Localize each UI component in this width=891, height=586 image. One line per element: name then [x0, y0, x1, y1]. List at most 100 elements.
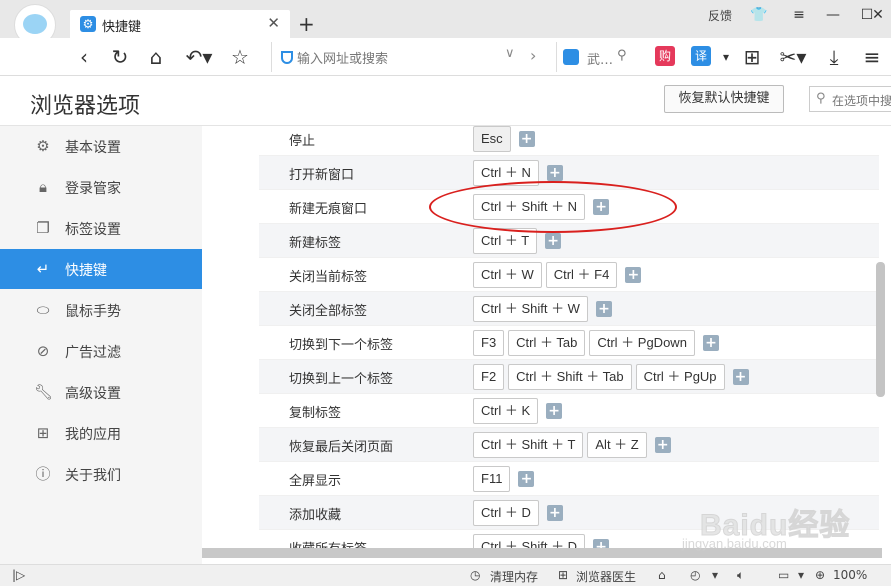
- shortcut-name: 切换到下一个标签: [289, 338, 394, 353]
- add-shortcut-icon[interactable]: +: [546, 165, 563, 181]
- add-shortcut-icon[interactable]: +: [593, 539, 610, 548]
- shortcut-name: 新建标签: [289, 236, 342, 251]
- clean-memory-icon: ◷: [470, 568, 481, 582]
- tab-close-icon[interactable]: ✕: [267, 14, 280, 32]
- sidebar-item-login-manager[interactable]: 🔒︎ 登录管家: [0, 167, 202, 207]
- search-box[interactable]: 武… ⚲: [556, 42, 636, 72]
- shortcut-key[interactable]: F11: [473, 466, 511, 492]
- add-shortcut-icon[interactable]: +: [545, 233, 562, 249]
- dropdown-icon[interactable]: ▾: [798, 568, 804, 582]
- shortcut-name: 复制标签: [289, 406, 342, 421]
- shortcut-row: 切换到上一个标签 F2 Ctrl ＋ Shift ＋ Tab Ctrl ＋ PgUp +: [259, 360, 879, 394]
- refresh-icon[interactable]: ↻: [108, 45, 132, 69]
- shortcut-key[interactable]: Ctrl ＋ Shift ＋ D: [473, 534, 586, 548]
- star-icon[interactable]: ☆: [228, 45, 252, 69]
- shortcut-key[interactable]: Alt ＋ Z: [587, 432, 647, 458]
- speed-dropdown-icon[interactable]: ▾: [712, 568, 718, 582]
- minimize-icon[interactable]: —: [822, 5, 844, 25]
- search-text: 武…: [587, 53, 614, 68]
- sidebar-item-label: 高级设置: [65, 386, 121, 402]
- shortcut-row: 切换到下一个标签 F3 Ctrl ＋ Tab Ctrl ＋ PgDown +: [259, 326, 879, 360]
- volume-icon[interactable]: 🔈︎: [737, 568, 744, 583]
- home-status-icon[interactable]: ⌂: [658, 568, 666, 582]
- back-icon[interactable]: ‹: [72, 45, 96, 69]
- sidebar-item-tab-settings[interactable]: ❐ 标签设置: [0, 208, 202, 248]
- shortcut-key[interactable]: Ctrl ＋ Shift ＋ W: [473, 296, 588, 322]
- sidebar-item-ad-filter[interactable]: ⊘ 广告过滤: [0, 331, 202, 371]
- shortcut-key[interactable]: Ctrl ＋ PgUp: [635, 364, 725, 390]
- vertical-scrollbar[interactable]: [876, 262, 885, 397]
- browser-doctor-button[interactable]: 浏览器医生: [576, 568, 636, 585]
- sidebar-item-advanced-settings[interactable]: 🔧︎ 高级设置: [0, 372, 202, 412]
- download-icon[interactable]: ⤓: [822, 45, 846, 69]
- gear-icon: ⚙: [80, 16, 96, 32]
- translate-ext-button[interactable]: 译: [691, 46, 711, 66]
- shortcut-key[interactable]: F3: [473, 330, 505, 356]
- chevron-down-icon[interactable]: ∨: [505, 46, 515, 61]
- shortcut-key[interactable]: Ctrl ＋ Tab: [508, 330, 586, 356]
- add-shortcut-icon[interactable]: +: [518, 131, 535, 147]
- address-bar[interactable]: 输入网址或搜索 ∨ ›: [271, 42, 548, 72]
- scissors-icon[interactable]: ✂▾: [778, 45, 808, 69]
- tab-shortcuts[interactable]: ⚙ 快捷键 ✕: [70, 10, 290, 38]
- screen-icon[interactable]: ▭: [778, 568, 789, 582]
- go-icon[interactable]: ›: [530, 46, 536, 65]
- search-icon[interactable]: ⚲: [617, 48, 627, 63]
- main-menu-icon[interactable]: ≡: [860, 45, 884, 69]
- close-window-icon[interactable]: ✕: [868, 5, 888, 25]
- sidebar-toggle-icon[interactable]: |▷: [12, 568, 25, 582]
- home-icon[interactable]: ⌂: [144, 45, 168, 69]
- add-shortcut-icon[interactable]: +: [546, 403, 563, 419]
- zoom-icon[interactable]: ⊕: [815, 568, 825, 582]
- mouse-icon: ⬭: [36, 301, 50, 319]
- shortcut-key[interactable]: Ctrl ＋ D: [473, 500, 539, 526]
- zoom-level[interactable]: 100%: [833, 568, 867, 582]
- baidu-paw-icon: [563, 49, 579, 65]
- baidu-jingyan-watermark: Baidu经验 jingyan.baidu.com: [682, 490, 870, 552]
- clean-memory-button[interactable]: 清理内存: [490, 568, 538, 585]
- shortcut-key[interactable]: Ctrl ＋ Shift ＋ T: [473, 432, 584, 458]
- options-search-input[interactable]: ⚲ 在选项中搜: [809, 86, 891, 112]
- options-search-placeholder: 在选项中搜: [832, 94, 891, 108]
- add-shortcut-icon[interactable]: +: [518, 471, 535, 487]
- sidebar-item-label: 关于我们: [65, 468, 121, 484]
- sidebar-item-about[interactable]: ⓘ 关于我们: [0, 454, 202, 494]
- shortcut-key[interactable]: Ctrl ＋ W: [473, 262, 542, 288]
- menu-icon[interactable]: ≡: [788, 5, 810, 25]
- add-shortcut-icon[interactable]: +: [546, 505, 563, 521]
- sidebar-item-shortcuts[interactable]: ↵ 快捷键: [0, 249, 209, 289]
- translate-dropdown-icon[interactable]: ▾: [714, 45, 738, 69]
- tab-title: 快捷键: [102, 20, 142, 35]
- add-shortcut-icon[interactable]: +: [702, 335, 719, 351]
- address-placeholder: 输入网址或搜索: [297, 52, 389, 67]
- add-shortcut-icon[interactable]: +: [595, 301, 612, 317]
- undo-icon[interactable]: ↶▾: [184, 45, 214, 69]
- annotation-ellipse: [429, 181, 677, 233]
- sidebar-item-mouse-gestures[interactable]: ⬭ 鼠标手势: [0, 290, 202, 330]
- shortcut-key[interactable]: Ctrl ＋ Shift ＋ Tab: [508, 364, 632, 390]
- sidebar-item-my-apps[interactable]: ⊞ 我的应用: [0, 413, 202, 453]
- skin-icon[interactable]: 👕: [748, 5, 770, 25]
- shortcut-row: 停止 Esc +: [259, 126, 879, 156]
- sidebar-item-basic-settings[interactable]: ⚙ 基本设置: [0, 126, 202, 166]
- status-bar: |▷ ◷ 清理内存 ⊞ 浏览器医生 ⌂ ◴ ▾ 🔈︎ ▭ ▾ ⊕ 100%: [0, 564, 891, 586]
- restore-default-shortcuts-button[interactable]: 恢复默认快捷键: [664, 85, 784, 113]
- sidebar-item-label: 登录管家: [65, 181, 121, 197]
- add-shortcut-icon[interactable]: +: [732, 369, 749, 385]
- shortcut-key[interactable]: Ctrl ＋ F4: [545, 262, 618, 288]
- shortcut-key[interactable]: Ctrl ＋ PgDown: [589, 330, 695, 356]
- doctor-icon: ⊞: [558, 568, 569, 582]
- shortcut-keys: Ctrl ＋ Shift ＋ W +: [473, 296, 612, 322]
- shortcut-key[interactable]: Esc: [473, 126, 511, 152]
- new-tab-button[interactable]: +: [298, 10, 315, 38]
- sidebar-item-label: 基本设置: [65, 140, 121, 156]
- shortcut-name: 停止: [289, 134, 316, 149]
- shortcut-key[interactable]: Ctrl ＋ K: [473, 398, 539, 424]
- add-shortcut-icon[interactable]: +: [654, 437, 671, 453]
- add-shortcut-icon[interactable]: +: [625, 267, 642, 283]
- shop-ext-button[interactable]: 购: [655, 46, 675, 66]
- speed-icon[interactable]: ◴: [690, 568, 700, 582]
- feedback-link[interactable]: 反馈: [708, 7, 732, 24]
- apps-grid-icon[interactable]: ⊞: [740, 45, 764, 69]
- shortcut-key[interactable]: F2: [473, 364, 505, 390]
